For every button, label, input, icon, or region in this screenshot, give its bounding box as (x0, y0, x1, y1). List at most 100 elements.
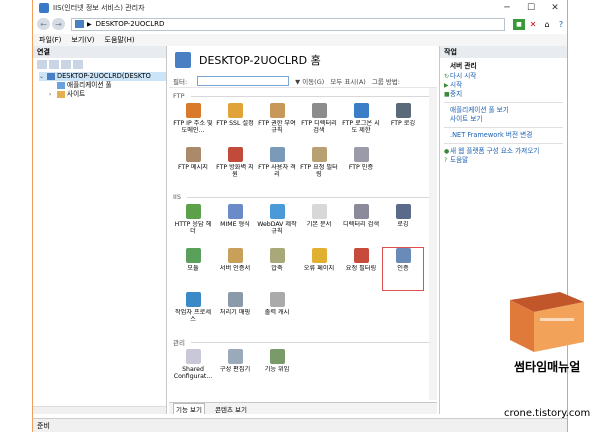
feature-label: 기능 위임 (264, 366, 290, 373)
go-button[interactable]: ▼ 이동(G) (295, 76, 324, 86)
maximize-icon[interactable]: ☐ (519, 0, 543, 16)
tree-item-server[interactable]: ⌄ DESKTOP-2UOCLRD(DESKTO (39, 72, 166, 81)
feature-item[interactable]: 출력 캐시 (257, 292, 297, 334)
feature-label: 서버 인증서 (219, 265, 251, 272)
action-link[interactable]: ▶ 시작 (444, 81, 563, 90)
menu-view[interactable]: 보기(V) (71, 35, 94, 45)
feature-item[interactable]: MIME 형식 (215, 204, 255, 246)
filter-input[interactable] (197, 75, 290, 86)
feature-item[interactable]: FTP 로그온 시도 제한 (341, 103, 381, 145)
action-link[interactable]: .NET Framework 버전 변경 (444, 131, 563, 140)
feature-label: WebDAV 제작 규칙 (257, 221, 297, 235)
address-field[interactable]: ▶ DESKTOP-2UOCLRD (71, 17, 505, 31)
feature-item[interactable]: 압축 (257, 248, 297, 290)
group-label[interactable]: FTP (169, 91, 437, 101)
feature-icon (227, 292, 243, 307)
back-button[interactable]: ← (37, 18, 50, 30)
feature-icon (227, 248, 243, 263)
feature-item[interactable]: 오류 페이지 (299, 248, 339, 290)
minimize-icon[interactable]: ─ (495, 0, 519, 16)
feature-item[interactable]: FTP 방화벽 지원 (215, 147, 255, 189)
connections-tree: ⌄ DESKTOP-2UOCLRD(DESKTO 애플리케이션 풀 › 사이트 (33, 70, 166, 99)
feature-icon (185, 349, 201, 364)
feature-item[interactable]: HTTP 응답 헤더 (173, 204, 213, 246)
features-panel: DESKTOP-2UOCLRD 홈 필터: ▼ 이동(G) 모두 표시(A) 그… (169, 46, 437, 414)
feature-item[interactable]: FTP 권한 부여 규칙 (257, 103, 297, 145)
feature-label: HTTP 응답 헤더 (174, 221, 212, 235)
forward-button[interactable]: → (52, 18, 65, 30)
action-label: 중지 (450, 90, 463, 98)
feature-item[interactable]: 로깅 (383, 204, 423, 246)
feature-item[interactable]: FTP 로깅 (383, 103, 423, 145)
watermark-url: crone.tistory.com (504, 408, 591, 419)
actions-list: 서버 관리 ↻ 다시 시작 ▶ 시작 ■ 중지 애플리케이션 풀 보기 사이트 보기 .NET … (440, 58, 567, 165)
features-header: DESKTOP-2UOCLRD 홈 (169, 46, 437, 74)
feature-item[interactable]: 기능 위임 (257, 349, 297, 391)
help-icon[interactable]: ? (555, 19, 567, 30)
feature-icon (395, 248, 411, 263)
tree-item-sites[interactable]: › 사이트 (39, 90, 166, 99)
feature-item[interactable]: 서버 인증서 (215, 248, 255, 290)
feature-item[interactable]: 요청 필터링 (341, 248, 381, 290)
action-link[interactable]: ↻ 다시 시작 (444, 72, 563, 81)
action-link[interactable]: ● 새 웹 플랫폼 구성 요소 가져오기 (444, 147, 563, 156)
feature-item[interactable]: 인증 (382, 247, 424, 291)
horizontal-scrollbar[interactable] (33, 406, 166, 414)
feature-item[interactable]: 처리기 매핑 (215, 292, 255, 334)
feature-item[interactable]: Shared Configurat... (173, 349, 213, 391)
tree-expander[interactable]: ⌄ (39, 72, 47, 81)
home-icon[interactable]: ⌂ (541, 19, 553, 30)
menu-bar: 파일(F) 보기(V) 도움말(H) (33, 34, 567, 46)
tab-content-view[interactable]: 콘텐츠 보기 (213, 404, 249, 414)
feature-item[interactable]: 디렉터리 검색 (341, 204, 381, 246)
feature-item[interactable]: 구성 편집기 (215, 349, 255, 391)
group-label[interactable]: 관리 (169, 337, 437, 347)
action-label: 사이트 보기 (450, 115, 483, 123)
web-platform-icon[interactable]: ■ (513, 18, 525, 30)
connect-icon[interactable] (37, 59, 47, 69)
group-by-dropdown[interactable]: 그룹 방법: (372, 76, 400, 86)
group-label[interactable]: IIS (169, 192, 437, 202)
feature-item[interactable]: FTP 요청 필터링 (299, 147, 339, 189)
feature-icon (185, 248, 201, 263)
action-link[interactable]: ■ 중지 (444, 90, 563, 99)
feature-item[interactable]: FTP 메시지 (173, 147, 213, 189)
close-icon[interactable]: ✕ (543, 0, 567, 16)
server-icon (175, 52, 191, 68)
tree-item-app-pools[interactable]: 애플리케이션 풀 (39, 81, 166, 90)
action-link[interactable]: 애플리케이션 풀 보기 (444, 106, 563, 115)
feature-item[interactable]: FTP SSL 설정 (215, 103, 255, 145)
tree-expander[interactable]: › (49, 90, 57, 99)
save-icon[interactable] (49, 59, 59, 69)
action-link[interactable]: ? 도움말 (444, 156, 563, 165)
feature-label: FTP 요청 필터링 (300, 164, 338, 178)
up-icon[interactable] (61, 59, 71, 69)
menu-file[interactable]: 파일(F) (39, 35, 61, 45)
feature-label: 요청 필터링 (345, 265, 377, 272)
menu-help[interactable]: 도움말(H) (105, 35, 135, 45)
feature-item[interactable]: FTP 디렉터리 검색 (299, 103, 339, 145)
action-link[interactable]: 사이트 보기 (444, 115, 563, 124)
feature-item[interactable]: 모듈 (173, 248, 213, 290)
connections-panel: 연결 ⌄ DESKTOP-2UOCLRD(DESKTO 애플리케이션 풀 › 사… (33, 46, 167, 414)
action-label: .NET Framework 버전 변경 (450, 131, 533, 139)
feature-item[interactable]: WebDAV 제작 규칙 (257, 204, 297, 246)
vertical-scrollbar[interactable] (429, 88, 437, 400)
feature-label: FTP 로깅 (390, 120, 416, 127)
view-tabs: 기능 보기 콘텐츠 보기 (169, 402, 437, 414)
feature-label: 압축 (271, 265, 283, 272)
tree-item-label: DESKTOP-2UOCLRD(DESKTO (57, 72, 151, 80)
stop-icon[interactable]: ✕ (527, 19, 539, 30)
feature-item[interactable]: FTP 사용자 격리 (257, 147, 297, 189)
feature-item[interactable]: 작업자 프로세스 (173, 292, 213, 334)
actions-separator (444, 143, 563, 144)
feature-item[interactable]: 기본 문서 (299, 204, 339, 246)
feature-item[interactable]: FTP 인증 (341, 147, 381, 189)
refresh-icon[interactable] (73, 59, 83, 69)
feature-label: 인증 (397, 265, 409, 272)
feature-icon (395, 103, 411, 118)
tab-features-view[interactable]: 기능 보기 (173, 402, 205, 414)
feature-item[interactable]: FTP IP 주소 및 도메인... (173, 103, 213, 145)
show-all-button[interactable]: 모두 표시(A) (330, 76, 366, 86)
feature-icon (227, 204, 243, 219)
